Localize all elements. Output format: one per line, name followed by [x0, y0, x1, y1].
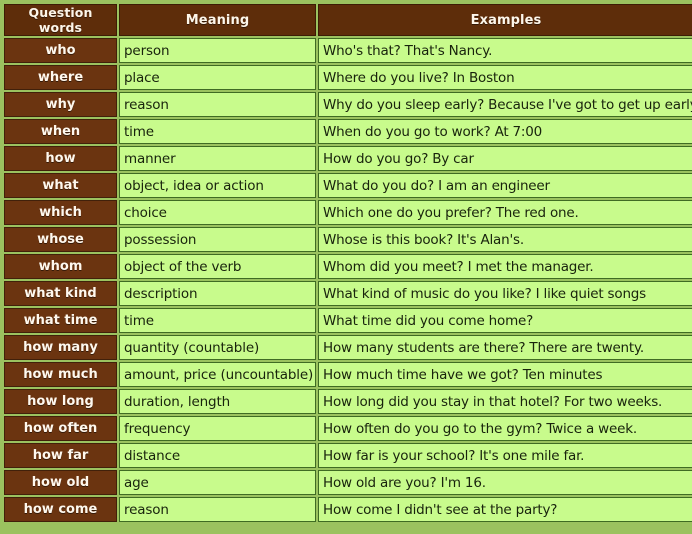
meaning-cell: object, idea or action [119, 173, 316, 198]
question-word-cell: what [4, 173, 117, 198]
meaning-cell: person [119, 38, 316, 63]
meaning-cell: manner [119, 146, 316, 171]
meaning-cell: distance [119, 443, 316, 468]
table-row: how old age How old are you? I'm 16. [4, 470, 692, 495]
meaning-cell: reason [119, 92, 316, 117]
table-row: what object, idea or action What do you do… [4, 173, 692, 198]
question-words-table: Question words Meaning Examples who perso… [2, 2, 692, 524]
example-cell: Which one do you prefer? The red one. [318, 200, 692, 225]
meaning-cell: object of the verb [119, 254, 316, 279]
question-word-cell: where [4, 65, 117, 90]
question-word-cell: whom [4, 254, 117, 279]
table-row: which choice Which one do you prefer? The … [4, 200, 692, 225]
column-header-question-words: Question words [4, 4, 117, 36]
table-row: how manner How do you go? By car [4, 146, 692, 171]
question-word-cell: what time [4, 308, 117, 333]
table-body: who person Who's that? That's Nancy. where p… [4, 38, 692, 522]
example-cell: How do you go? By car [318, 146, 692, 171]
question-word-cell: whose [4, 227, 117, 252]
table-row: how many quantity (countable) How many stu… [4, 335, 692, 360]
example-cell: Where do you live? In Boston [318, 65, 692, 90]
meaning-cell: reason [119, 497, 316, 522]
example-cell: When do you go to work? At 7:00 [318, 119, 692, 144]
table-row: how often frequency How often do you go to… [4, 416, 692, 441]
question-word-cell: how often [4, 416, 117, 441]
meaning-cell: time [119, 119, 316, 144]
example-cell: Why do you sleep early? Because I've got… [318, 92, 692, 117]
table-row: whose possession Whose is this book? It's … [4, 227, 692, 252]
example-cell: What kind of music do you like? I like q… [318, 281, 692, 306]
example-cell: Whom did you meet? I met the manager. [318, 254, 692, 279]
meaning-cell: amount, price (uncountable) [119, 362, 316, 387]
question-word-cell: why [4, 92, 117, 117]
meaning-cell: age [119, 470, 316, 495]
example-cell: How old are you? I'm 16. [318, 470, 692, 495]
example-cell: How long did you stay in that hotel? For… [318, 389, 692, 414]
question-word-cell: which [4, 200, 117, 225]
meaning-cell: choice [119, 200, 316, 225]
column-header-meaning: Meaning [119, 4, 316, 36]
table-row: what time time What time did you come home… [4, 308, 692, 333]
example-cell: What time did you come home? [318, 308, 692, 333]
example-cell: What do you do? I am an engineer [318, 173, 692, 198]
question-word-cell: when [4, 119, 117, 144]
question-word-cell: how come [4, 497, 117, 522]
question-word-cell: what kind [4, 281, 117, 306]
example-cell: How often do you go to the gym? Twice a … [318, 416, 692, 441]
question-word-cell: how [4, 146, 117, 171]
question-word-cell: how long [4, 389, 117, 414]
table-row: how come reason How come I didn't see at t… [4, 497, 692, 522]
example-cell: Whose is this book? It's Alan's. [318, 227, 692, 252]
meaning-cell: frequency [119, 416, 316, 441]
table-row: where place Where do you live? In Boston [4, 65, 692, 90]
question-word-cell: how far [4, 443, 117, 468]
table-row: whom object of the verb Whom did you meet?… [4, 254, 692, 279]
meaning-cell: duration, length [119, 389, 316, 414]
table-row: what kind description What kind of music d… [4, 281, 692, 306]
meaning-cell: place [119, 65, 316, 90]
table-header-row: Question words Meaning Examples [4, 4, 692, 36]
column-header-examples: Examples [318, 4, 692, 36]
table-row: how far distance How far is your school? I… [4, 443, 692, 468]
example-cell: How much time have we got? Ten minutes [318, 362, 692, 387]
example-cell: How come I didn't see at the party? [318, 497, 692, 522]
question-word-cell: how many [4, 335, 117, 360]
question-words-table-container: Question words Meaning Examples who perso… [0, 0, 692, 534]
example-cell: Who's that? That's Nancy. [318, 38, 692, 63]
table-row: how long duration, length How long did you… [4, 389, 692, 414]
example-cell: How many students are there? There are t… [318, 335, 692, 360]
meaning-cell: possession [119, 227, 316, 252]
question-word-cell: how much [4, 362, 117, 387]
example-cell: How far is your school? It's one mile fa… [318, 443, 692, 468]
table-row: when time When do you go to work? At 7:00 [4, 119, 692, 144]
table-row: who person Who's that? That's Nancy. [4, 38, 692, 63]
question-word-cell: who [4, 38, 117, 63]
table-row: how much amount, price (uncountable) How m… [4, 362, 692, 387]
table-row: why reason Why do you sleep early? Because… [4, 92, 692, 117]
meaning-cell: description [119, 281, 316, 306]
question-word-cell: how old [4, 470, 117, 495]
meaning-cell: time [119, 308, 316, 333]
table-header: Question words Meaning Examples [4, 4, 692, 36]
meaning-cell: quantity (countable) [119, 335, 316, 360]
